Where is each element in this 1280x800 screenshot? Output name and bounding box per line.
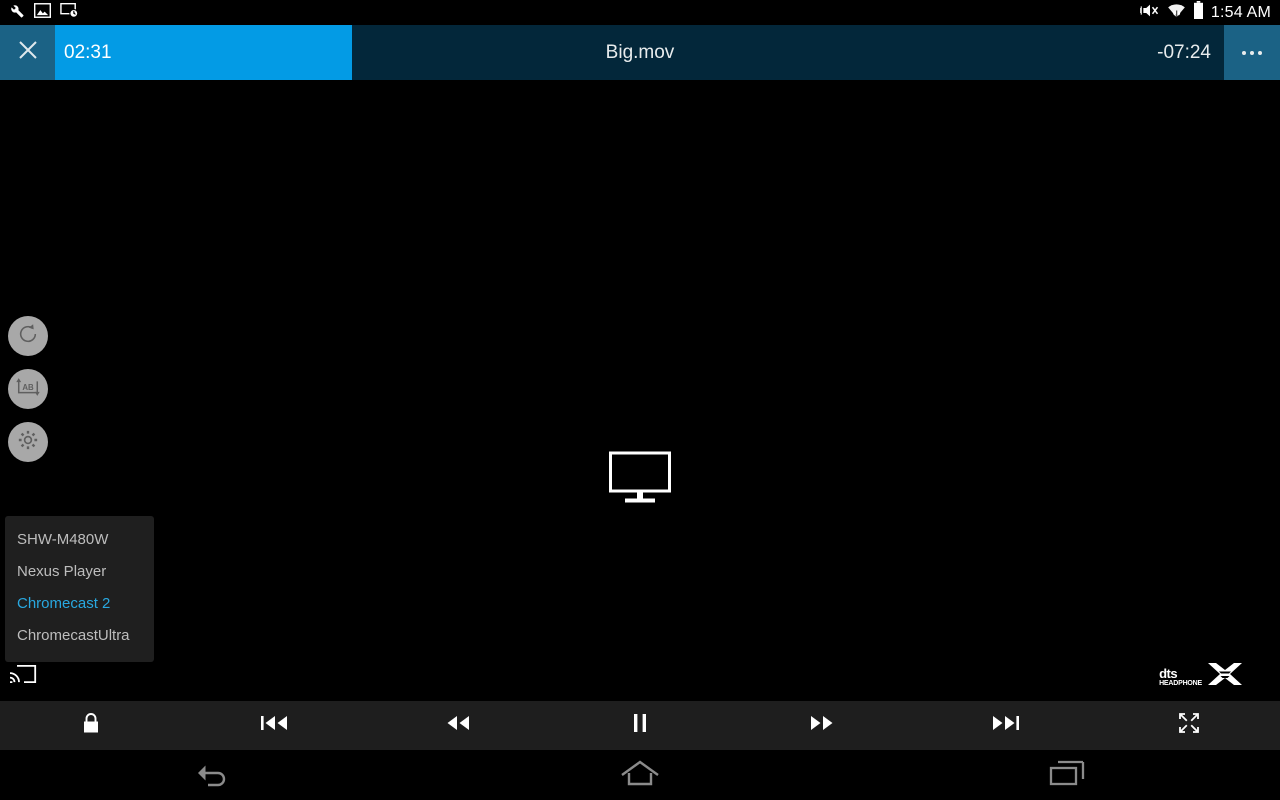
list-item[interactable]: SHW-M480W [5,524,154,556]
dts-x-mark-icon [1208,663,1242,690]
rotate-button[interactable] [8,316,48,356]
previous-track-icon [260,714,288,737]
lock-icon [81,712,101,739]
dts-logo-text: dts HEADPHONE [1159,667,1202,687]
rewind-button[interactable] [366,701,549,750]
battery-icon [1193,1,1204,24]
video-surface[interactable]: AB SHW-M480W Nexus Player Chromecast 2 C… [0,80,1280,701]
fullscreen-icon [1178,712,1200,739]
screen-timeout-icon [60,2,79,23]
dts-logo-line2: HEADPHONE [1159,679,1202,687]
nav-recents-button[interactable] [853,759,1280,792]
nav-back-button[interactable] [0,759,427,792]
side-action-buttons: AB [8,316,48,475]
overflow-dot [1250,50,1254,55]
wrench-icon [8,2,25,24]
pause-icon [631,713,649,738]
rotate-icon [17,323,39,350]
list-item[interactable]: Chromecast 2 [5,588,154,620]
svg-text:AB: AB [22,383,34,392]
rewind-icon [445,714,470,737]
monitor-icon [609,451,671,509]
fullscreen-button[interactable] [1097,701,1280,750]
close-icon [16,38,40,67]
video-player-screen: 1:54 AM 02:31 Big.mov -07:24 AB SHW-M480… [0,0,1280,800]
overflow-dot [1242,50,1246,55]
status-bar-left-icons [0,2,79,24]
list-item[interactable]: Nexus Player [5,556,154,588]
wifi-icon [1167,2,1186,24]
home-icon [619,759,661,792]
next-track-icon [992,714,1020,737]
android-navigation-bar [0,750,1280,800]
nav-home-button[interactable] [427,759,854,792]
status-bar-right-icons: 1:54 AM [1139,1,1280,24]
gallery-icon [34,2,51,23]
overflow-menu-button[interactable] [1224,25,1280,80]
settings-gear-icon [17,429,39,456]
cast-device-list: SHW-M480W Nexus Player Chromecast 2 Chro… [5,516,154,662]
dts-logo-line1: dts [1159,665,1178,681]
overflow-dot [1258,50,1262,55]
status-bar: 1:54 AM [0,0,1280,25]
ab-repeat-icon: AB [15,376,41,403]
fast-forward-button[interactable] [731,701,914,750]
status-bar-clock: 1:54 AM [1210,3,1271,21]
settings-button[interactable] [8,422,48,462]
playback-control-bar [0,701,1280,750]
pause-button[interactable] [549,701,732,750]
player-title-bar: 02:31 Big.mov -07:24 [0,25,1280,80]
dts-headphone-logo: dts HEADPHONE [1159,663,1242,690]
lock-button[interactable] [0,701,183,750]
back-icon [196,759,230,792]
recents-icon [1049,759,1085,792]
next-track-button[interactable] [914,701,1097,750]
elapsed-time: 02:31 [64,41,112,63]
previous-track-button[interactable] [183,701,366,750]
ab-repeat-button[interactable]: AB [8,369,48,409]
cast-button[interactable] [9,663,37,690]
remaining-time: -07:24 [1157,41,1211,63]
volume-mute-icon [1139,2,1160,24]
fast-forward-icon [810,714,835,737]
list-item[interactable]: ChromecastUltra [5,620,154,652]
close-button[interactable] [0,25,55,80]
